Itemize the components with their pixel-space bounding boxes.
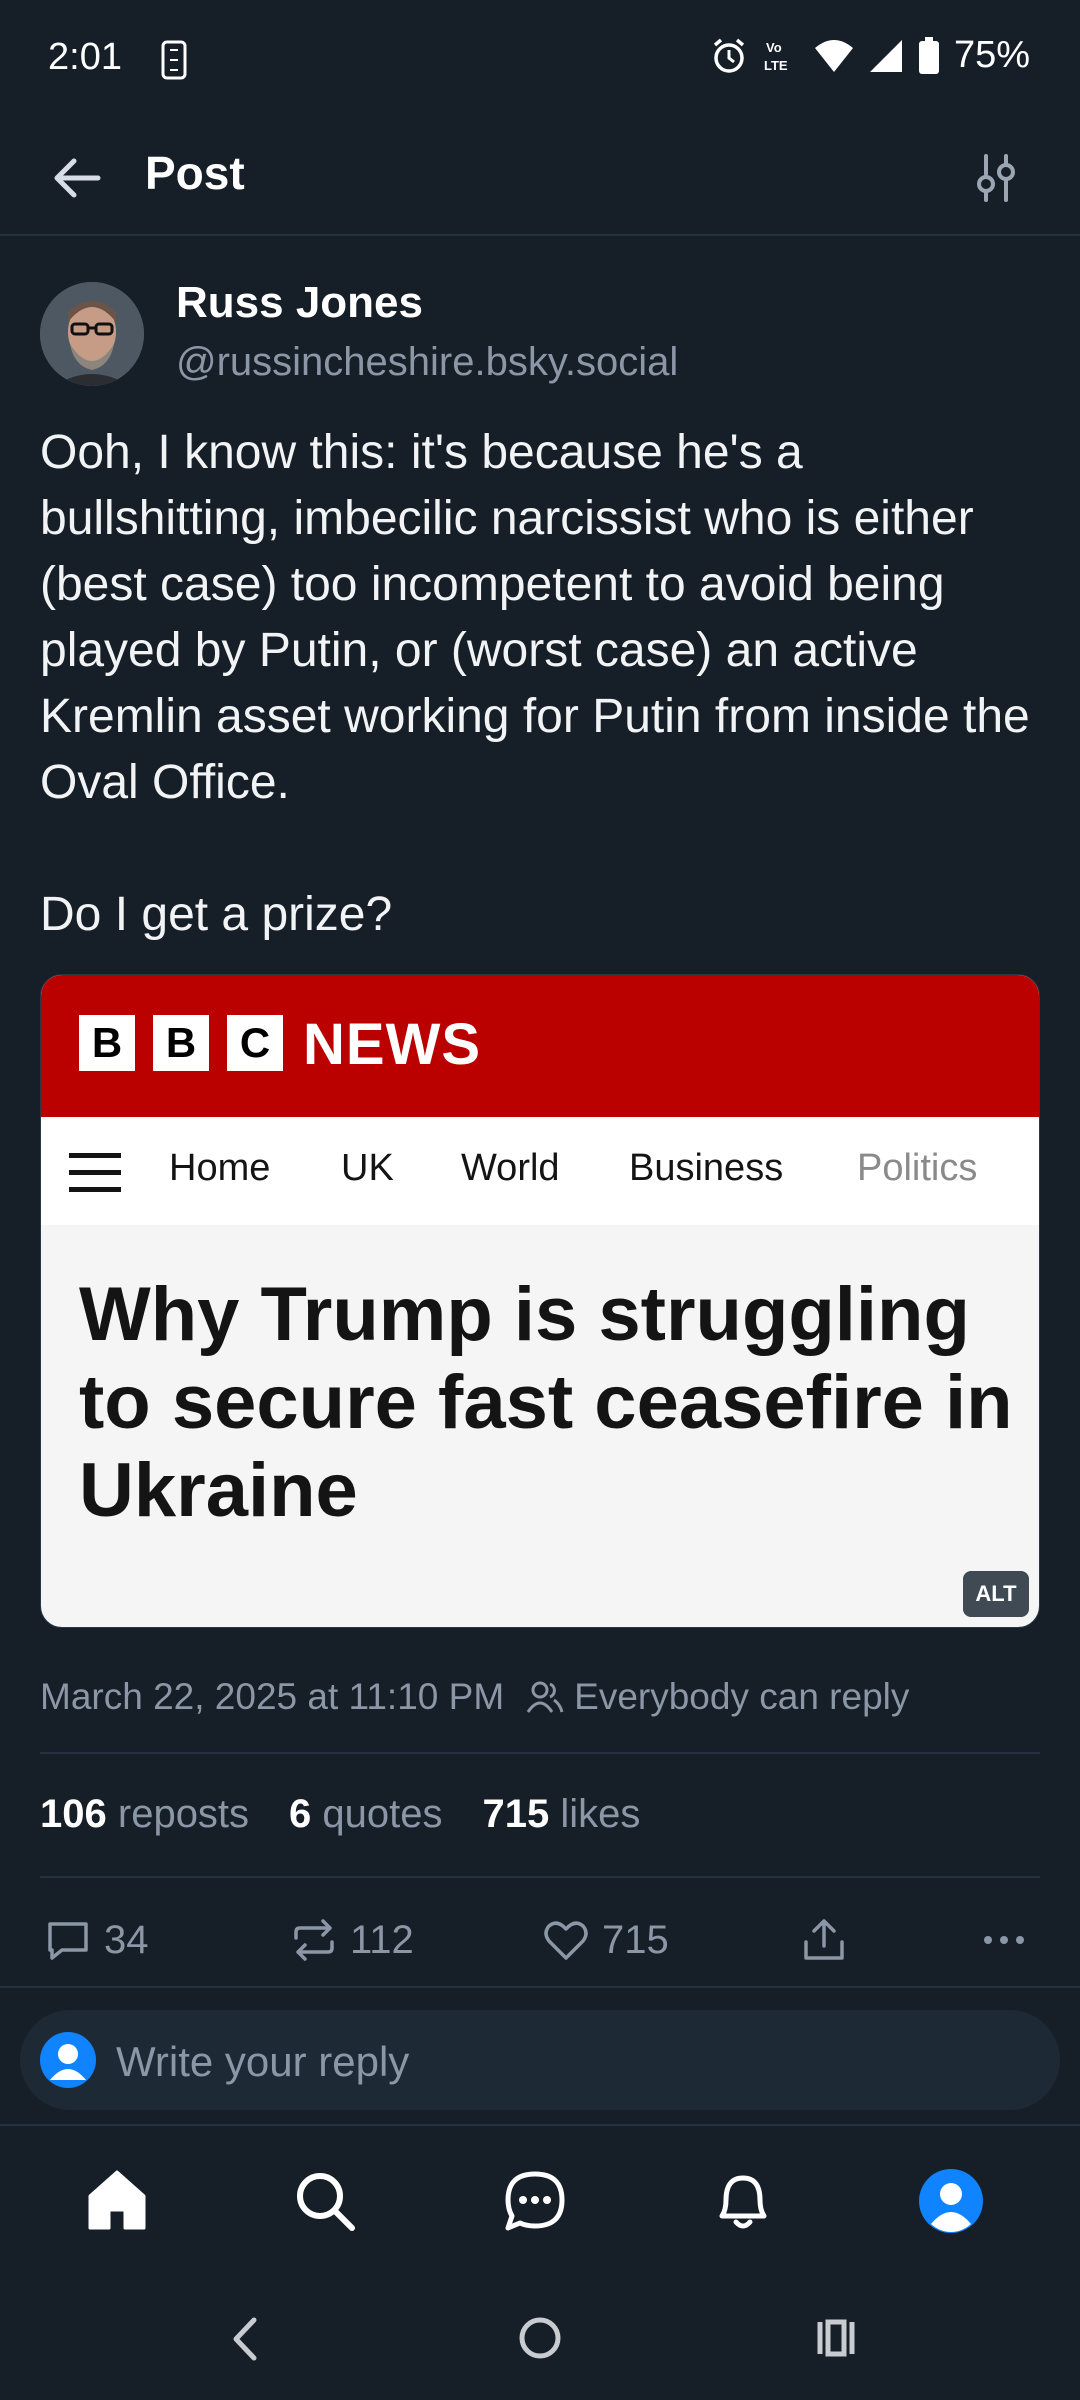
battery-level: 75% [953, 34, 1030, 76]
menu-icon [69, 1153, 121, 1193]
author-handle[interactable]: @russincheshire.bsky.social [176, 340, 678, 385]
profile-icon [50, 2044, 86, 2080]
repost-count: 112 [350, 1917, 414, 1962]
share-icon [804, 1919, 844, 1960]
status-bar: 2:01 Vo LTE 75% [0, 0, 1080, 120]
speech-bubble-icon [48, 1922, 88, 1960]
reply-setting[interactable]: Everybody can reply [574, 1676, 909, 1718]
bbc-nav-world: World [461, 1147, 560, 1189]
people-icon [526, 1681, 564, 1713]
link-embed-card[interactable]: B B C NEWS Home UK World Business Politi… [40, 974, 1040, 1628]
signal-icon [869, 39, 902, 72]
bbc-nav: Home UK World Business Politics [41, 1117, 1039, 1225]
author-avatar[interactable] [40, 282, 144, 386]
ellipsis-icon [984, 1936, 1024, 1944]
reply-input[interactable]: Write your reply [116, 2038, 409, 2086]
bbc-logo-letter: C [227, 1015, 283, 1071]
repost-button[interactable]: 112 [290, 1916, 414, 1964]
heart-icon [544, 1921, 588, 1960]
top-app-bar: Post [0, 120, 1080, 236]
svg-text:LTE: LTE [764, 58, 788, 73]
wifi-icon [814, 39, 853, 72]
quotes-label: quotes [322, 1792, 443, 1836]
divider [40, 1876, 1040, 1878]
like-button[interactable]: 715 [542, 1916, 669, 1964]
system-home-icon[interactable] [516, 2314, 564, 2362]
reply-composer[interactable]: Write your reply [20, 2010, 1060, 2110]
divider [0, 1986, 1080, 1988]
bbc-nav-home: Home [169, 1147, 271, 1189]
sliders-icon[interactable] [968, 150, 1024, 206]
bottom-nav [0, 2124, 1080, 2274]
alarm-icon [713, 38, 745, 73]
quotes-stat[interactable]: 6 quotes [289, 1792, 442, 1837]
author-name[interactable]: Russ Jones [176, 278, 423, 328]
repost-arrows-icon [294, 1919, 334, 1961]
search-icon[interactable] [290, 2166, 360, 2236]
post-timestamp: March 22, 2025 at 11:10 PM [40, 1676, 505, 1717]
bbc-nav-uk: UK [341, 1147, 394, 1189]
bbc-nav-politics: Politics [857, 1147, 978, 1189]
user-avatar [40, 2032, 96, 2088]
reply-count: 34 [104, 1917, 149, 1962]
back-arrow-icon[interactable] [48, 148, 108, 208]
post-meta: March 22, 2025 at 11:10 PM Everybody can… [40, 1676, 909, 1718]
avatar-photo [40, 282, 144, 386]
bbc-logo-letter: B [153, 1015, 209, 1071]
page-title: Post [145, 147, 245, 199]
bbc-nav-business: Business [629, 1147, 784, 1189]
bbc-logo-letter: B [79, 1015, 135, 1071]
phone-vibrate-icon [161, 40, 187, 80]
post-stats: 106 reposts 6 quotes 715 likes [40, 1792, 640, 1837]
post-actions: 34 112 715 [0, 1906, 1080, 1986]
home-icon[interactable] [82, 2166, 152, 2236]
post-text: Ooh, I know this: it's because he's a bu… [40, 426, 1030, 941]
system-recents-icon[interactable] [812, 2314, 860, 2362]
volte-icon: Vo LTE [764, 40, 788, 73]
embed-headline: Why Trump is struggling to secure fast c… [79, 1272, 1013, 1533]
likes-count: 715 [482, 1792, 550, 1836]
alt-badge[interactable]: ALT [963, 1571, 1029, 1617]
profile-tab-icon[interactable] [916, 2166, 986, 2236]
quotes-count: 6 [289, 1792, 312, 1836]
chat-icon[interactable] [500, 2166, 570, 2236]
bell-icon[interactable] [708, 2166, 778, 2236]
system-back-icon[interactable] [226, 2314, 266, 2364]
reply-button[interactable]: 34 [44, 1916, 149, 1964]
status-time: 2:01 [48, 36, 122, 78]
share-button[interactable] [800, 1916, 848, 1964]
like-count: 715 [602, 1917, 669, 1962]
likes-stat[interactable]: 715 likes [483, 1792, 641, 1837]
divider [40, 1752, 1040, 1754]
svg-text:Vo: Vo [766, 40, 782, 55]
reposts-stat[interactable]: 106 reposts [40, 1792, 249, 1837]
battery-icon [918, 36, 939, 74]
system-navigation [0, 2280, 1080, 2400]
reposts-count: 106 [40, 1792, 107, 1836]
reposts-label: reposts [117, 1792, 250, 1836]
bbc-header: B B C NEWS [41, 975, 1039, 1117]
more-options-button[interactable] [980, 1916, 1028, 1964]
likes-label: likes [560, 1792, 641, 1836]
bbc-news-wordmark: NEWS [303, 1012, 481, 1077]
